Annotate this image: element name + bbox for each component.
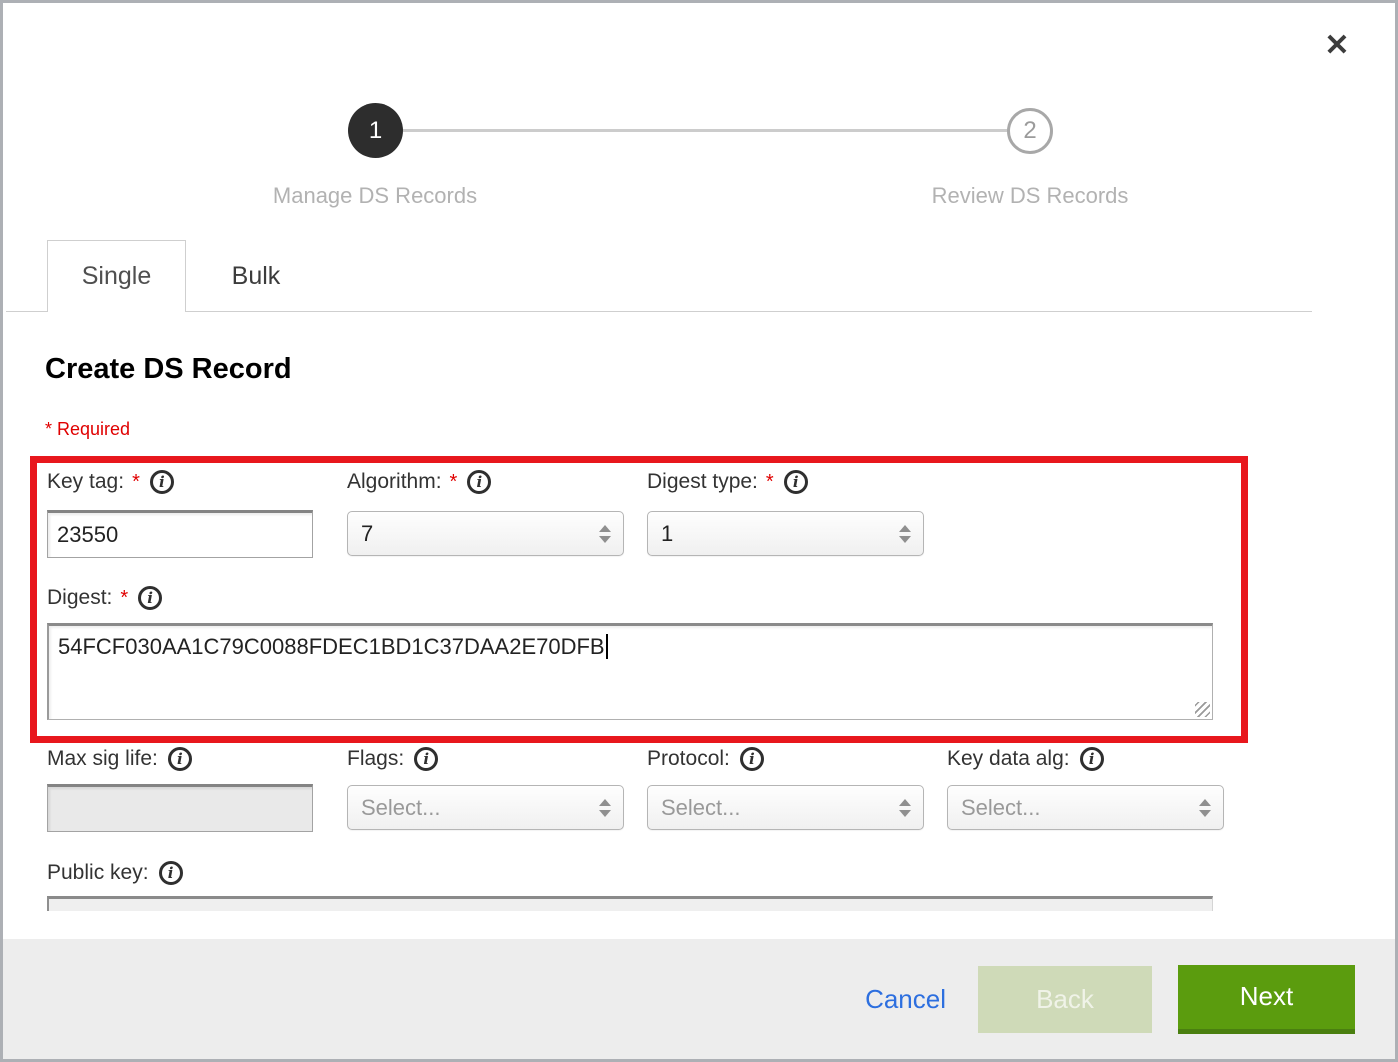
info-icon[interactable]: i [467, 470, 491, 494]
required-note: * Required [45, 419, 130, 440]
key-tag-label: Key tag: * i [47, 470, 174, 494]
tab-single[interactable]: Single [47, 240, 186, 312]
required-star: * [766, 471, 774, 494]
public-key-label: Public key: i [47, 861, 183, 885]
cancel-link[interactable]: Cancel [865, 984, 946, 1015]
info-icon[interactable]: i [784, 470, 808, 494]
text-cursor [606, 634, 608, 659]
back-button[interactable]: Back [978, 966, 1152, 1033]
protocol-label-text: Protocol: [647, 747, 730, 771]
info-icon[interactable]: i [1080, 747, 1104, 771]
protocol-select-value: Select... [661, 795, 740, 821]
stepper-label-manage: Manage DS Records [215, 183, 535, 209]
key-tag-input[interactable] [47, 510, 313, 558]
chevron-up-down-icon [599, 799, 611, 817]
stepper-connector [403, 129, 1007, 132]
digest-label: Digest: * i [47, 586, 162, 610]
create-ds-record-modal: ✕ 1 2 Manage DS Records Review DS Record… [0, 0, 1398, 1062]
protocol-select[interactable]: Select... [647, 785, 924, 830]
chevron-up-down-icon [899, 525, 911, 543]
key-data-alg-label-text: Key data alg: [947, 747, 1070, 771]
key-data-alg-select[interactable]: Select... [947, 785, 1224, 830]
stepper-label-review: Review DS Records [870, 183, 1190, 209]
algorithm-label: Algorithm: * i [347, 470, 491, 494]
required-star: * [120, 587, 128, 610]
max-sig-life-label: Max sig life: i [47, 747, 192, 771]
next-button[interactable]: Next [1178, 965, 1355, 1034]
key-data-alg-select-value: Select... [961, 795, 1040, 821]
max-sig-life-label-text: Max sig life: [47, 747, 158, 771]
tab-divider [6, 311, 1312, 312]
chevron-up-down-icon [899, 799, 911, 817]
max-sig-life-input[interactable] [47, 784, 313, 832]
key-tag-label-text: Key tag: [47, 470, 124, 494]
flags-label: Flags: i [347, 747, 438, 771]
required-star: * [450, 471, 458, 494]
info-icon[interactable]: i [150, 470, 174, 494]
info-icon[interactable]: i [740, 747, 764, 771]
digest-type-select[interactable]: 1 [647, 511, 924, 556]
flags-select[interactable]: Select... [347, 785, 624, 830]
chevron-up-down-icon [1199, 799, 1211, 817]
info-icon[interactable]: i [414, 747, 438, 771]
info-icon[interactable]: i [168, 747, 192, 771]
protocol-label: Protocol: i [647, 747, 764, 771]
digest-type-label-text: Digest type: [647, 470, 758, 494]
digest-type-select-value: 1 [661, 521, 673, 547]
digest-textarea[interactable]: 54FCF030AA1C79C0088FDEC1BD1C37DAA2E70DFB [47, 623, 1213, 720]
tab-bulk[interactable]: Bulk [186, 240, 326, 312]
required-star: * [132, 471, 140, 494]
digest-label-text: Digest: [47, 586, 112, 610]
info-icon[interactable]: i [138, 586, 162, 610]
page-title: Create DS Record [45, 353, 292, 386]
chevron-up-down-icon [599, 525, 611, 543]
algorithm-select-value: 7 [361, 521, 373, 547]
modal-footer: Cancel Back Next [3, 939, 1395, 1059]
flags-label-text: Flags: [347, 747, 404, 771]
flags-select-value: Select... [361, 795, 440, 821]
public-key-label-text: Public key: [47, 861, 149, 885]
key-data-alg-label: Key data alg: i [947, 747, 1104, 771]
public-key-textarea[interactable] [47, 896, 1213, 911]
algorithm-label-text: Algorithm: [347, 470, 442, 494]
stepper-step-1: 1 [348, 103, 403, 158]
stepper-step-2: 2 [1007, 108, 1053, 154]
algorithm-select[interactable]: 7 [347, 511, 624, 556]
info-icon[interactable]: i [159, 861, 183, 885]
digest-value: 54FCF030AA1C79C0088FDEC1BD1C37DAA2E70DFB [58, 634, 605, 659]
digest-type-label: Digest type: * i [647, 470, 808, 494]
resize-grip-icon[interactable] [1195, 702, 1210, 717]
close-icon[interactable]: ✕ [1319, 27, 1355, 63]
